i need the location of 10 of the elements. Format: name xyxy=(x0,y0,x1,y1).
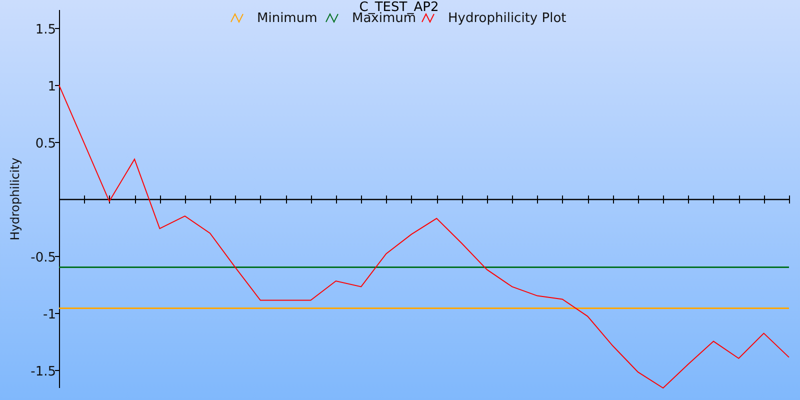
legend-label: Maximum xyxy=(352,11,416,26)
axis-tick-label: 0.5 xyxy=(35,136,56,152)
axis-tick-label: 1.5 xyxy=(35,22,56,38)
axis-tick-label: -0.5 xyxy=(30,250,56,266)
axis-tick-label: 1 xyxy=(48,80,56,94)
axis-tick-label: -1.5 xyxy=(30,364,56,380)
axis-tick-label: -1 xyxy=(43,308,56,322)
legend-label: Minimum xyxy=(257,11,318,26)
axis-title: Hydrophilicity xyxy=(8,158,22,240)
legend-label: Hydrophilicity Plot xyxy=(448,11,566,26)
